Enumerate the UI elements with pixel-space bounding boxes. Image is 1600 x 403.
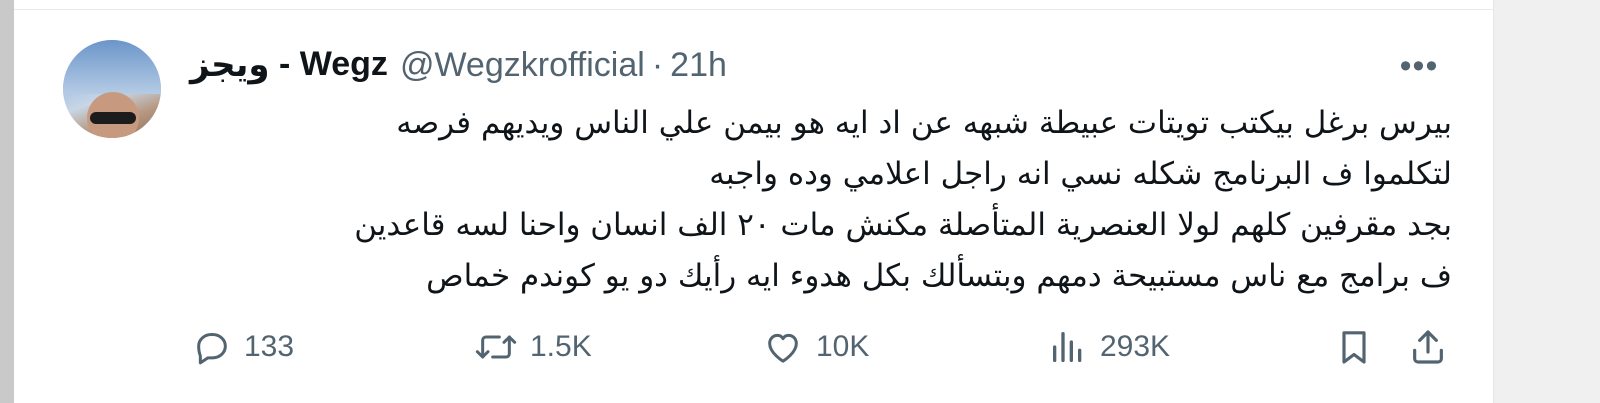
timestamp[interactable]: 21h <box>670 46 727 85</box>
more-icon: ••• <box>1399 46 1439 85</box>
user-handle[interactable]: @Wegzkrofficial <box>400 46 645 85</box>
share-icon <box>1408 327 1448 367</box>
tweet-text: بيرس برغل بيكتب تويتات عبيطة شبهه عن اد … <box>202 98 1452 302</box>
display-name-latin: Wegz <box>299 45 388 83</box>
tweet-text-line: لتكلموا ف البرنامج شكله نسي انه راجل اعل… <box>709 156 1452 192</box>
avatar[interactable] <box>63 40 161 138</box>
display-name-arabic: ويجز <box>190 45 270 85</box>
tweet-text-line: ف برامج مع ناس مستبيحة دمهم وبتسألك بكل … <box>426 258 1452 294</box>
retweet-icon <box>474 327 518 367</box>
tweet-text-line: بجد مقرفين كلهم لولا العنصرية المتأصلة م… <box>354 207 1452 243</box>
retweet-button[interactable]: 1.5K <box>474 322 592 372</box>
bookmark-button[interactable] <box>1334 322 1374 372</box>
like-count: 10K <box>816 330 870 363</box>
views-icon <box>1048 327 1088 367</box>
reply-button[interactable]: 133 <box>192 322 294 372</box>
more-options-button[interactable]: ••• <box>1392 46 1446 86</box>
share-button[interactable] <box>1408 322 1448 372</box>
avatar-sky <box>63 40 161 94</box>
bookmark-icon <box>1334 327 1374 367</box>
views-button[interactable]: 293K <box>1048 322 1170 372</box>
page-right-gutter <box>1494 0 1600 403</box>
display-name-separator: - <box>269 45 300 83</box>
heart-icon <box>762 327 804 367</box>
reply-count: 133 <box>244 330 295 363</box>
divider <box>14 9 1493 10</box>
tweet-header: ويجز - Wegz @Wegzkrofficial · 21h <box>190 44 727 86</box>
retweet-count: 1.5K <box>530 330 592 363</box>
tweet-text-line: بيرس برغل بيكتب تويتات عبيطة شبهه عن اد … <box>396 105 1452 141</box>
separator-dot: · <box>651 45 664 84</box>
like-button[interactable]: 10K <box>762 322 869 372</box>
views-count: 293K <box>1100 330 1171 363</box>
reply-icon <box>192 327 232 367</box>
tweet-actions: 133 1.5K 10K 293K <box>14 322 1493 372</box>
display-name[interactable]: ويجز - Wegz <box>190 45 388 85</box>
tweet-card[interactable]: ويجز - Wegz @Wegzkrofficial · 21h ••• بي… <box>14 0 1494 403</box>
window-left-edge <box>0 0 14 403</box>
avatar-sunglasses <box>90 112 136 124</box>
